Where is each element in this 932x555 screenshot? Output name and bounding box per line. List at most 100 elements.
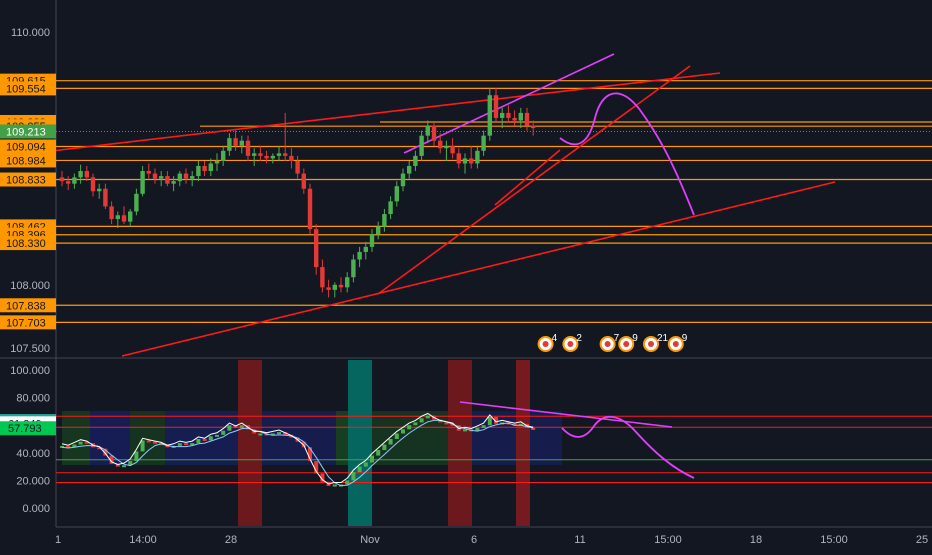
price-level-tag-label: 109.213 <box>6 126 46 138</box>
event-badge-dot <box>623 341 630 347</box>
candle-body <box>190 176 195 179</box>
event-badge-dot <box>567 341 574 347</box>
candle-body <box>320 267 325 288</box>
x-tick-label: 18 <box>750 534 762 546</box>
rsi-bar <box>531 427 536 430</box>
candle-body <box>152 173 158 179</box>
rsi-bar <box>388 439 393 445</box>
candle-body <box>314 229 319 268</box>
candle-body <box>307 188 313 230</box>
x-tick-label: 25 <box>916 534 928 546</box>
candle-body <box>506 112 511 118</box>
candle-body <box>239 140 244 146</box>
rsi-bar <box>413 422 418 426</box>
rsi-bar <box>196 439 201 444</box>
candle-body <box>97 188 102 192</box>
rsi-zone-12 <box>530 411 562 465</box>
price-tick-label: 110.000 <box>11 27 50 39</box>
rsi-bar <box>227 425 232 431</box>
candle-body <box>146 171 151 174</box>
rsi-bar <box>202 439 207 441</box>
x-tick-label: 15:00 <box>654 534 682 546</box>
candle-body <box>227 138 232 151</box>
x-tick-label: 1 <box>55 534 61 546</box>
candle-body <box>109 206 114 220</box>
rsi-bar <box>146 440 151 443</box>
rsi-bar <box>376 450 381 456</box>
event-badge-count: 9 <box>632 333 638 344</box>
price-level-tag-label: 109.554 <box>6 83 46 95</box>
rsi-bar <box>481 425 486 428</box>
candle-body <box>258 153 263 156</box>
candle-body <box>208 163 213 172</box>
chart-stage: 110.000108.000107.500109.615109.554109.2… <box>0 0 932 550</box>
price-level-tag-label: 107.703 <box>6 317 46 329</box>
rsi-bar <box>425 415 430 419</box>
candle-body <box>289 155 294 161</box>
price-tick-label: 108.000 <box>10 280 50 292</box>
candle-body <box>413 155 418 166</box>
rsi-bar <box>351 472 356 481</box>
rsi-bar <box>221 430 226 435</box>
candle-body <box>394 186 399 202</box>
rsi-bar <box>140 440 145 452</box>
candle-body <box>357 251 362 260</box>
price-level-tag-label: 109.094 <box>6 142 46 154</box>
rsi-zone-9 <box>448 360 472 526</box>
rsi-tick-label: 40.000 <box>16 448 50 460</box>
candle-body <box>363 246 368 252</box>
event-badge-count: 2 <box>576 333 582 344</box>
candle-body <box>252 153 257 156</box>
candle-body <box>245 140 251 156</box>
candle-body <box>512 117 517 121</box>
candle-body <box>524 112 530 126</box>
event-badge-dot <box>672 341 679 347</box>
candle-body <box>438 140 443 149</box>
rsi-bar <box>153 441 157 444</box>
candle-body <box>103 188 108 207</box>
candle-body <box>369 234 375 247</box>
event-badge-count: 9 <box>682 333 688 344</box>
rsi-bar <box>277 432 281 435</box>
rsi-bar <box>208 436 213 441</box>
candle-body <box>388 201 393 215</box>
event-badge-dot <box>604 341 611 347</box>
rsi-bar <box>184 443 188 446</box>
rsi-bar <box>370 455 374 463</box>
candle-body <box>295 160 300 174</box>
rsi-zone-6 <box>336 411 348 465</box>
candle-body <box>283 153 288 156</box>
candle-body <box>518 112 523 121</box>
rsi-tick-label: 80.000 <box>16 393 50 405</box>
event-badge-dot <box>542 341 549 347</box>
candle-body <box>90 177 96 192</box>
price-level-tag-label: 108.833 <box>6 175 46 187</box>
candle-body <box>128 211 133 222</box>
candle-body <box>270 155 275 159</box>
candle-body <box>202 165 207 172</box>
event-badge-dot <box>648 341 654 347</box>
event-badge-count: 21 <box>657 333 669 344</box>
rsi-bar <box>487 416 492 426</box>
candle-body <box>165 176 170 184</box>
rsi-bar <box>78 441 83 445</box>
candle-body <box>140 171 145 194</box>
candle-body <box>233 138 238 146</box>
rsi-bar <box>407 425 412 430</box>
rsi-bar <box>332 484 337 487</box>
x-tick-label: 28 <box>225 534 237 546</box>
candle-body <box>264 155 269 159</box>
rsi-zone-11 <box>516 360 530 526</box>
candle-body <box>177 173 182 182</box>
candle-body <box>121 215 127 222</box>
candle-body <box>431 125 437 141</box>
candle-body <box>382 214 387 227</box>
rsi-tick-label: 100.000 <box>10 365 50 377</box>
rsi-tick-label: 0.000 <box>22 503 50 515</box>
candle-body <box>419 135 424 156</box>
rsi-bar <box>215 434 219 437</box>
price-tick-label: 107.500 <box>10 343 50 355</box>
price-chart[interactable]: 110.000108.000107.500109.615109.554109.2… <box>0 0 932 550</box>
rsi-bar <box>239 425 244 428</box>
candle-body <box>78 171 83 178</box>
